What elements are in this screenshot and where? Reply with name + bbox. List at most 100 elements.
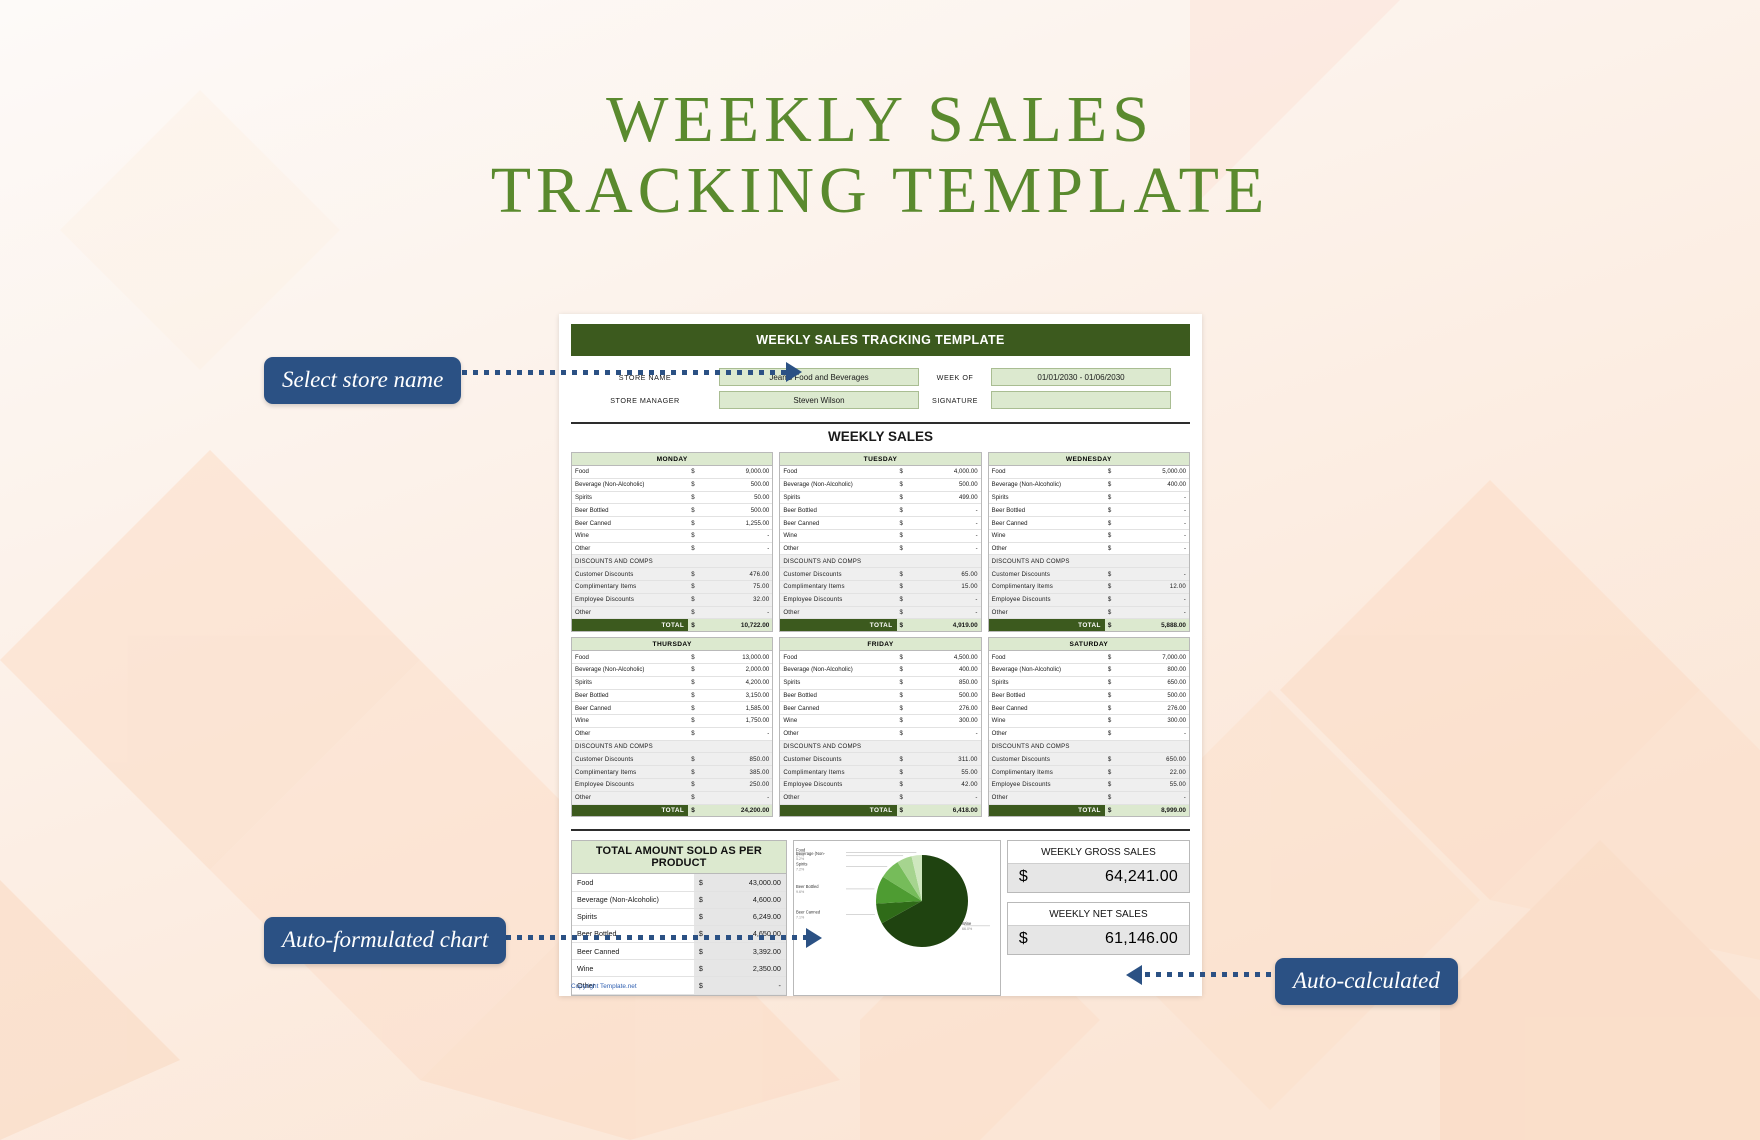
- row-value[interactable]: 400.00: [1124, 478, 1189, 492]
- row-value[interactable]: 3,150.00: [708, 689, 773, 703]
- row-value[interactable]: 311.00: [916, 752, 981, 767]
- row-value[interactable]: -: [916, 542, 981, 556]
- row-value[interactable]: -: [1124, 542, 1189, 556]
- row-value[interactable]: -: [1124, 791, 1189, 805]
- row-value[interactable]: -: [1124, 516, 1189, 530]
- table-row: Beer Canned $1,585.00: [572, 701, 773, 716]
- row-value[interactable]: 32.00: [708, 593, 773, 607]
- row-value[interactable]: 500.00: [916, 689, 981, 703]
- row-value[interactable]: -: [708, 791, 773, 805]
- row-value[interactable]: 4,000.00: [916, 466, 981, 479]
- row-value[interactable]: -: [916, 593, 981, 607]
- row-value[interactable]: 385.00: [708, 765, 773, 779]
- row-value[interactable]: 12.00: [1124, 580, 1189, 594]
- row-value[interactable]: 24,200.00: [708, 804, 773, 817]
- row-value[interactable]: 850.00: [708, 752, 773, 767]
- store-manager-field[interactable]: Steven Wilson: [719, 391, 919, 409]
- day-header: FRIDAY: [780, 638, 981, 652]
- row-value[interactable]: 500.00: [916, 478, 981, 492]
- row-value[interactable]: 1,750.00: [708, 714, 773, 728]
- table-row: Food $43,000.00: [572, 874, 786, 892]
- row-value[interactable]: 4,500.00: [916, 651, 981, 664]
- row-value[interactable]: 500.00: [1124, 689, 1189, 703]
- copyright-link[interactable]: Copyright Template.net: [571, 983, 637, 990]
- row-value[interactable]: -: [1124, 593, 1189, 607]
- row-value[interactable]: 2,000.00: [708, 663, 773, 677]
- row-value[interactable]: -: [916, 606, 981, 620]
- row-label: Wine: [988, 714, 1105, 728]
- row-value[interactable]: -: [1124, 567, 1189, 582]
- week-of-field[interactable]: 01/01/2030 - 01/06/2030: [991, 368, 1171, 386]
- row-value[interactable]: -: [708, 542, 773, 556]
- row-value[interactable]: -: [1124, 503, 1189, 518]
- row-value[interactable]: 5,000.00: [1124, 466, 1189, 479]
- row-value[interactable]: -: [1124, 606, 1189, 620]
- row-value[interactable]: 300.00: [916, 714, 981, 728]
- row-value[interactable]: 650.00: [1124, 752, 1189, 767]
- row-value[interactable]: 800.00: [1124, 663, 1189, 677]
- row-value[interactable]: 8,999.00: [1124, 804, 1189, 817]
- row-value[interactable]: -: [708, 727, 773, 741]
- row-value[interactable]: 13,000.00: [708, 651, 773, 664]
- row-value[interactable]: 50.00: [708, 491, 773, 505]
- row-label: Food: [572, 651, 689, 664]
- table-row: TOTAL $10,722.00: [572, 618, 773, 632]
- row-value[interactable]: -: [916, 727, 981, 741]
- row-value[interactable]: -: [916, 503, 981, 518]
- row-value[interactable]: 22.00: [1124, 765, 1189, 779]
- row-value[interactable]: -: [1124, 491, 1189, 505]
- row-currency: $: [896, 478, 917, 492]
- row-value[interactable]: 4,200.00: [708, 676, 773, 690]
- row-currency: $: [896, 804, 917, 817]
- row-label: Employee Discounts: [572, 593, 689, 607]
- row-value[interactable]: 1,585.00: [708, 701, 773, 716]
- table-row: Beer Bottled $ -: [988, 503, 1189, 518]
- row-value[interactable]: 10,722.00: [708, 618, 773, 632]
- row-value[interactable]: 650.00: [1124, 676, 1189, 690]
- row-value[interactable]: 250.00: [708, 778, 773, 792]
- row-value[interactable]: 276.00: [1124, 701, 1189, 716]
- row-value[interactable]: -: [708, 529, 773, 543]
- row-value[interactable]: -: [916, 529, 981, 543]
- row-value[interactable]: 300.00: [1124, 714, 1189, 728]
- row-value[interactable]: 42.00: [916, 778, 981, 792]
- row-value[interactable]: 500.00: [708, 478, 773, 492]
- row-currency: $: [1104, 752, 1125, 767]
- subsection-label: DISCOUNTS AND COMPS: [572, 554, 773, 569]
- row-value[interactable]: 75.00: [708, 580, 773, 594]
- table-row: Food $4,000.00: [780, 466, 981, 479]
- row-label: Customer Discounts: [988, 752, 1105, 767]
- row-value[interactable]: 65.00: [916, 567, 981, 582]
- row-value[interactable]: 55.00: [916, 765, 981, 779]
- table-row: Customer Discounts $476.00: [572, 567, 773, 582]
- day-block-wednesday: WEDNESDAY Food $5,000.00 Beverage (Non-Alco…: [987, 452, 1190, 633]
- row-value[interactable]: 276.00: [916, 701, 981, 716]
- row-value[interactable]: -: [1124, 529, 1189, 543]
- row-value[interactable]: 4,919.00: [916, 618, 981, 632]
- row-label: Complimentary Items: [572, 580, 689, 594]
- row-value[interactable]: 9,000.00: [708, 466, 773, 479]
- row-value[interactable]: -: [916, 516, 981, 530]
- row-currency: $: [896, 752, 917, 767]
- row-currency: $: [688, 606, 709, 620]
- row-value[interactable]: 499.00: [916, 491, 981, 505]
- row-value[interactable]: -: [1124, 727, 1189, 741]
- row-value[interactable]: 850.00: [916, 676, 981, 690]
- row-value[interactable]: 6,418.00: [916, 804, 981, 817]
- product-share-pie-chart[interactable]: Wine 66.0% Beer Canned 7.1% Beer Bottled 9.6%…: [792, 840, 1001, 996]
- row-value[interactable]: 500.00: [708, 503, 773, 518]
- row-value[interactable]: 476.00: [708, 567, 773, 582]
- row-value[interactable]: 400.00: [916, 663, 981, 677]
- signature-field[interactable]: [991, 391, 1171, 409]
- row-label: Beer Canned: [988, 516, 1105, 530]
- row-value[interactable]: 7,000.00: [1124, 651, 1189, 664]
- row-value[interactable]: 5,888.00: [1124, 618, 1189, 632]
- row-value[interactable]: 1,255.00: [708, 516, 773, 530]
- day-header: TUESDAY: [780, 453, 981, 466]
- row-value[interactable]: 55.00: [1124, 778, 1189, 792]
- weekly-net-sales-label: WEEKLY NET SALES: [1049, 909, 1148, 921]
- row-currency: $: [896, 791, 917, 805]
- row-value[interactable]: -: [916, 791, 981, 805]
- row-value[interactable]: -: [708, 606, 773, 620]
- row-value[interactable]: 15.00: [916, 580, 981, 594]
